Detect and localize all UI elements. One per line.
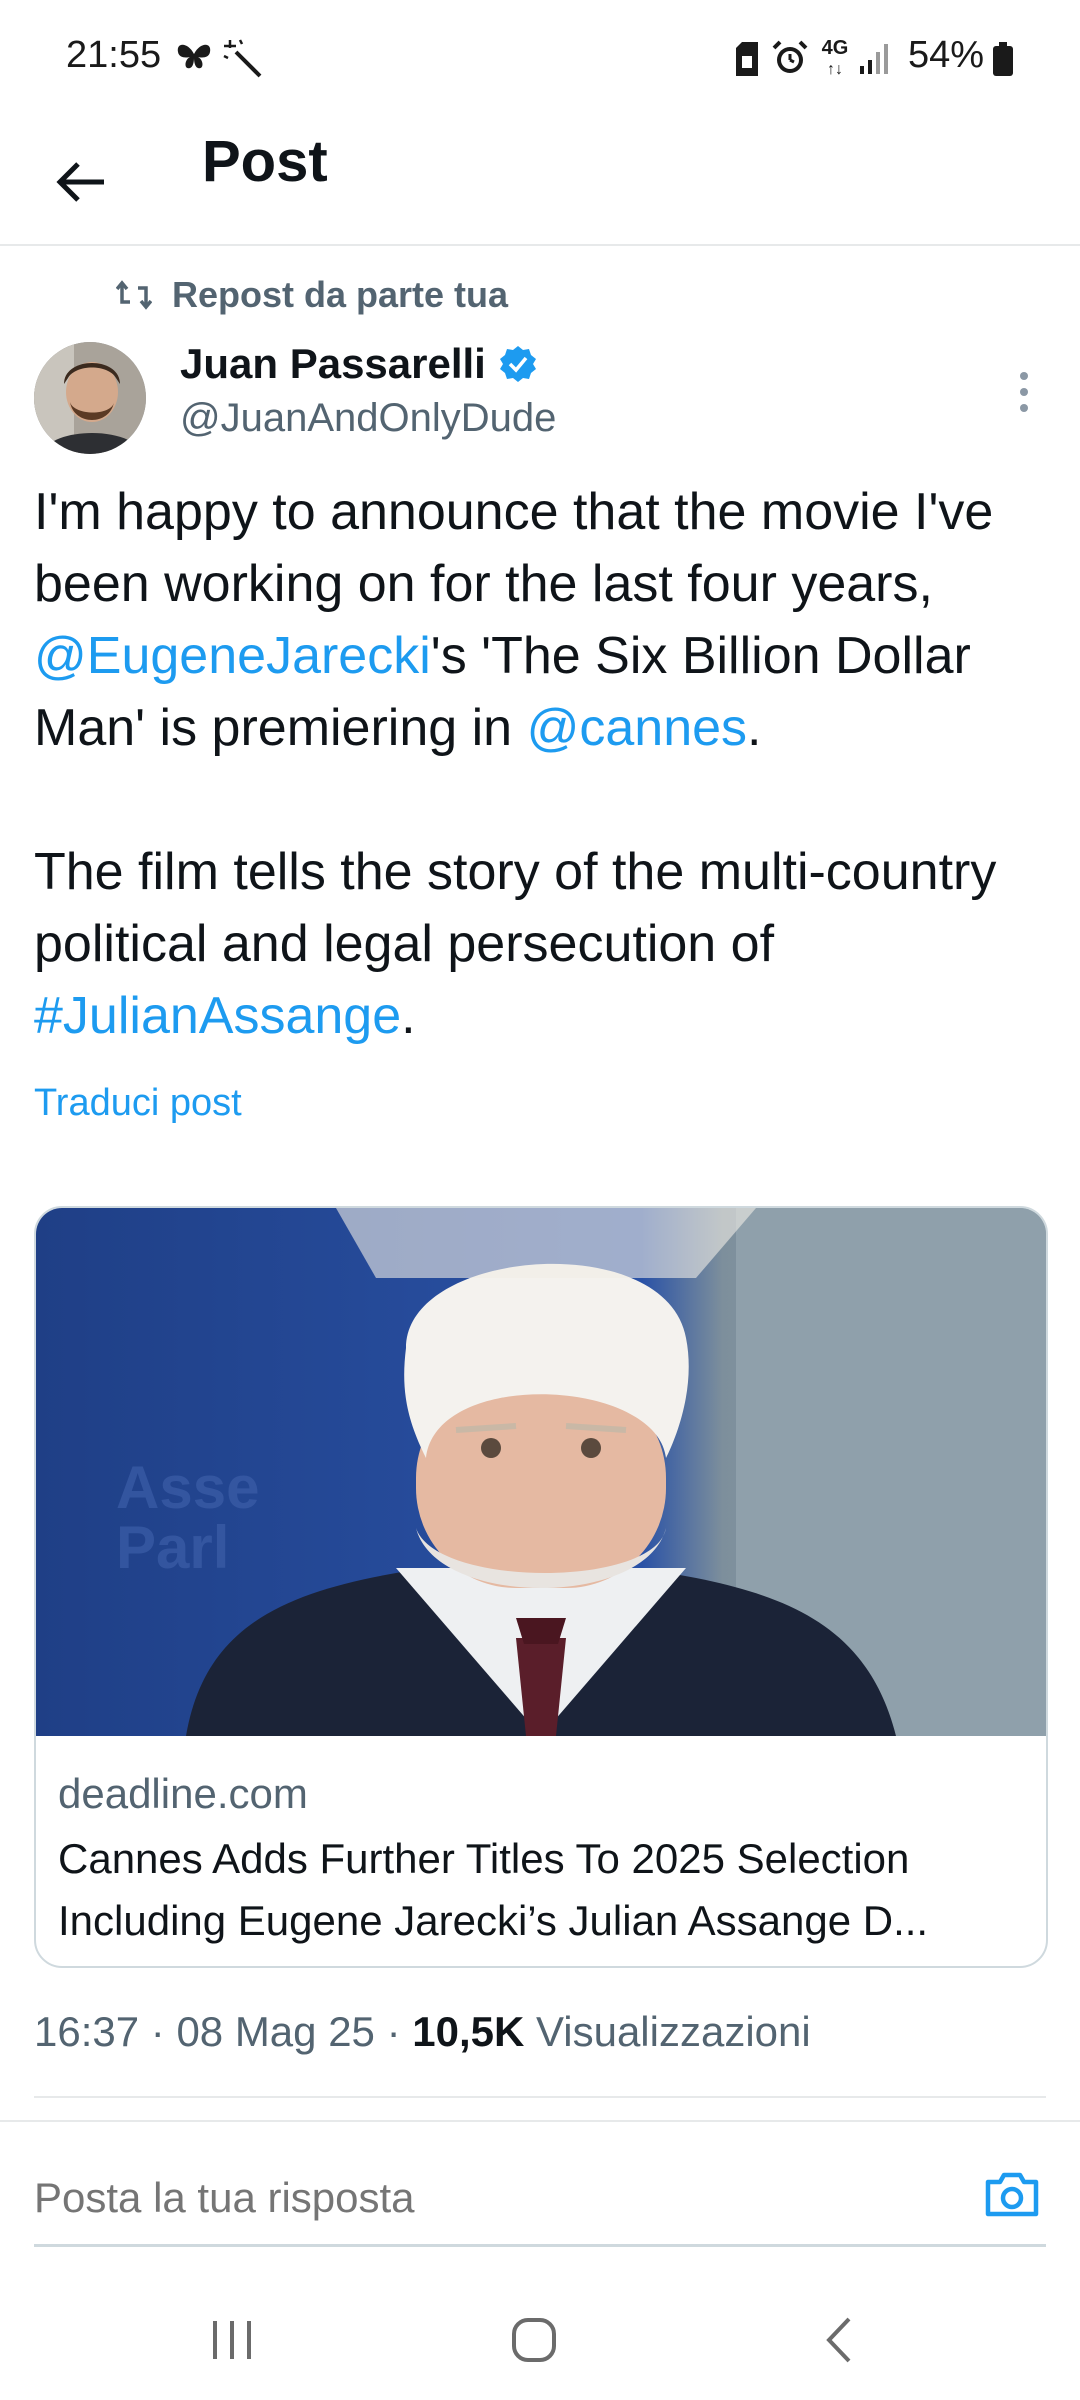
tweet-text: I'm happy to announce that the movie I'v… <box>34 476 1054 1052</box>
svg-text:Asse: Asse <box>116 1454 259 1521</box>
status-bar: 21:55 4G ↑↓ 54% <box>0 0 1080 120</box>
nav-recents-button[interactable] <box>182 2300 282 2380</box>
svg-text:Parl: Parl <box>116 1514 229 1581</box>
meta-separator: · <box>374 2008 413 2055</box>
post-meta: 16:37 · 08 Mag 25 · 10,5K Visualizzazion… <box>34 2008 811 2056</box>
arrow-left-icon <box>56 162 104 202</box>
butterfly-icon <box>174 40 214 79</box>
meta-separator: · <box>139 2008 177 2055</box>
reply-input[interactable] <box>34 2168 934 2228</box>
author-name[interactable]: Juan Passarelli <box>180 340 486 388</box>
card-title-line-1: Cannes Adds Further Titles To 2025 Selec… <box>58 1835 910 1882</box>
nav-home-button[interactable] <box>484 2300 584 2380</box>
mention-link[interactable]: @EugeneJarecki <box>34 627 431 685</box>
header <box>0 120 1080 246</box>
tweet-text-segment: . <box>747 699 762 757</box>
divider <box>34 2096 1046 2098</box>
nav-back-icon <box>826 2317 851 2363</box>
camera-button[interactable] <box>978 2160 1046 2228</box>
home-icon <box>512 2318 556 2362</box>
back-button[interactable] <box>40 142 120 222</box>
views-count: 10,5K <box>412 2008 525 2055</box>
verified-badge-icon <box>499 346 536 382</box>
sim-icon <box>734 42 760 81</box>
avatar[interactable] <box>34 342 146 454</box>
recents-icon <box>213 2321 251 2359</box>
more-vertical-icon <box>1020 372 1028 412</box>
card-domain: deadline.com <box>58 1770 308 1817</box>
page-title: Post <box>202 129 328 194</box>
tweet-paragraph-2: The film tells the story of the multi-co… <box>34 836 1054 1052</box>
link-preview-card[interactable]: Asse Parl deadline.com Cannes Adds Furth… <box>34 1206 1048 1968</box>
tweet-text-segment: The film tells the story of the multi-co… <box>34 843 997 973</box>
card-title-line-2: Including Eugene Jarecki’s Julian Assang… <box>58 1897 929 1944</box>
nav-back-button[interactable] <box>788 2300 888 2380</box>
battery-icon <box>992 42 1014 81</box>
status-time: 21:55 <box>66 34 162 76</box>
repost-indicator[interactable]: Repost da parte tua <box>116 270 508 320</box>
card-title: Cannes Adds Further Titles To 2025 Selec… <box>58 1828 1028 1952</box>
camera-icon <box>985 2172 1039 2217</box>
mention-link[interactable]: @cannes <box>527 699 747 757</box>
author-handle[interactable]: @JuanAndOnlyDude <box>180 396 556 441</box>
translate-post-link[interactable]: Traduci post <box>34 1082 242 1125</box>
divider <box>0 2120 1080 2122</box>
hashtag-link[interactable]: #JulianAssange <box>34 987 401 1045</box>
post-date[interactable]: 08 Mag 25 <box>176 2008 374 2055</box>
signal-icon <box>858 42 890 79</box>
more-options-button[interactable] <box>1000 360 1048 424</box>
system-nav-bar <box>0 2260 1080 2400</box>
card-image[interactable]: Asse Parl <box>36 1208 1046 1736</box>
repost-label: Repost da parte tua <box>172 274 509 315</box>
magic-wand-icon <box>222 38 264 85</box>
network-type-label: 4G <box>821 37 849 59</box>
tweet-text-segment: I'm happy to announce that the movie I'v… <box>34 483 994 613</box>
post-time[interactable]: 16:37 <box>34 2008 139 2055</box>
battery-percent: 54% <box>907 34 984 76</box>
alarm-icon <box>772 40 808 81</box>
divider <box>34 2244 1046 2247</box>
author-name-row[interactable]: Juan Passarelli <box>180 340 538 388</box>
views-label: Visualizzazioni <box>536 2008 811 2055</box>
repost-icon <box>116 280 152 310</box>
tweet-text-segment: . <box>401 987 416 1045</box>
tweet-paragraph-1: I'm happy to announce that the movie I'v… <box>34 476 1054 764</box>
network-4g-icon: 4G ↑↓ <box>821 37 849 78</box>
